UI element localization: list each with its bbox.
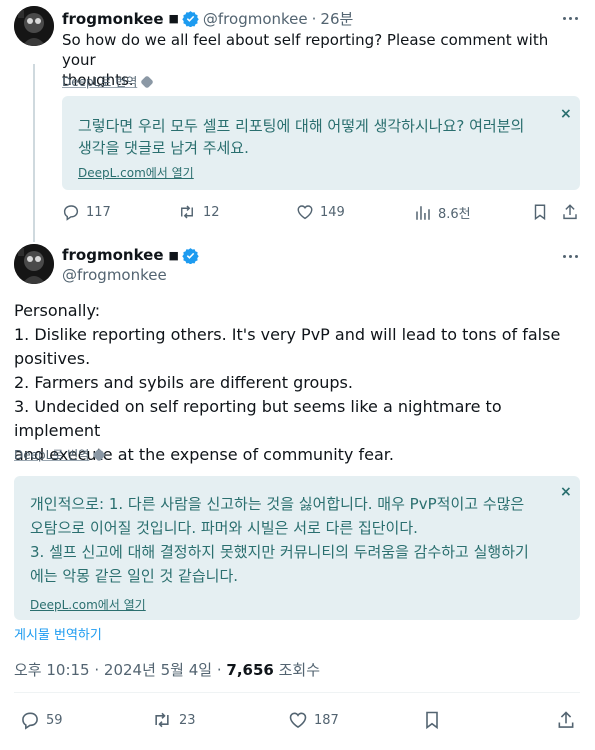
parent-author-row: frogmonkee ■ @frogmonkee · 26분: [62, 8, 353, 29]
main-author-row: frogmonkee ■: [62, 246, 199, 264]
bookmark-icon: [426, 711, 438, 730]
translation-line: 개인적으로: 1. 다른 사람을 신고하는 것을 싫어합니다. 매우 PvP적이…: [30, 495, 525, 513]
deepl-badge-icon: [92, 447, 107, 462]
views-button[interactable]: 8.6천: [414, 203, 471, 222]
translation-line: 생각을 댓글로 남겨 주세요.: [78, 139, 249, 157]
divider: [14, 692, 580, 693]
repost-count: 23: [179, 712, 196, 728]
translation-text: 그렇다면 우리 모두 셀프 리포팅에 대해 어떻게 생각하시나요? 여러분의 생…: [78, 115, 558, 159]
translation-line: 3. 셀프 신고에 대해 결정하지 못했지만 커뮤니티의 두려움을 감수하고 실…: [30, 543, 529, 561]
reply-count: 117: [86, 204, 111, 220]
share-button[interactable]: [561, 203, 579, 221]
deepl-label: DeepL로 번역: [62, 75, 138, 89]
tweet-text-line: Personally:: [14, 301, 101, 320]
separator: ·: [311, 9, 317, 28]
more-icon[interactable]: [558, 8, 582, 28]
repost-button[interactable]: 23: [151, 710, 196, 730]
thread-line: [33, 64, 35, 242]
share-button[interactable]: [556, 710, 576, 730]
translation-line: 오탐으로 이어질 것입니다. 파머와 시빌은 서로 다른 집단이다.: [30, 519, 418, 537]
close-icon[interactable]: ×: [560, 485, 572, 499]
avatar[interactable]: [14, 6, 54, 46]
bookmark-button[interactable]: [422, 710, 442, 730]
translation-box: 그렇다면 우리 모두 셀프 리포팅에 대해 어떻게 생각하시나요? 여러분의 생…: [62, 96, 580, 190]
repost-icon: [155, 712, 169, 728]
timestamp[interactable]: 오후 10:15 · 2024년 5월 4일 ·: [14, 661, 226, 679]
deepl-badge-icon: [140, 74, 155, 89]
more-icon[interactable]: [558, 246, 582, 266]
main-handle-row: @frogmonkee: [62, 266, 167, 284]
translation-line: 그렇다면 우리 모두 셀프 리포팅에 대해 어떻게 생각하시나요? 여러분의: [78, 117, 525, 135]
share-icon: [558, 711, 574, 728]
reply-count: 59: [46, 712, 63, 728]
like-count: 187: [314, 712, 339, 728]
tweet-text-line: 2. Farmers and sybils are different grou…: [14, 373, 353, 392]
view-count: 8.6천: [438, 207, 471, 222]
reply-icon: [22, 712, 38, 730]
reply-button[interactable]: 59: [20, 710, 63, 730]
square-emoji: ■: [168, 248, 179, 262]
tweet-text-line: 1. Dislike reporting others. It's very P…: [14, 325, 561, 344]
like-count: 149: [320, 204, 345, 220]
views-label: 조회수: [273, 661, 321, 679]
tweet-text: Personally: 1. Dislike reporting others.…: [14, 299, 584, 467]
tweet-text-line: positives.: [14, 349, 91, 368]
display-name[interactable]: frogmonkee: [62, 10, 164, 28]
repost-icon: [181, 205, 193, 219]
bookmark-icon: [534, 204, 546, 221]
translation-box: 개인적으로: 1. 다른 사람을 신고하는 것을 싫어합니다. 매우 PvP적이…: [14, 476, 580, 620]
share-icon: [563, 204, 577, 220]
verified-badge-icon: [182, 247, 199, 264]
like-button[interactable]: 149: [296, 203, 345, 221]
repost-count: 12: [203, 204, 220, 220]
deepl-open-link[interactable]: DeepL.com에서 열기: [78, 164, 194, 181]
deepl-translate-link[interactable]: DeepL로 번역: [14, 446, 107, 463]
like-button[interactable]: 187: [288, 710, 339, 730]
bookmark-button[interactable]: [531, 203, 549, 221]
timestamp[interactable]: 26분: [320, 8, 353, 29]
translation-line: 에는 악몽 같은 일인 것 같습니다.: [30, 567, 239, 585]
deepl-translate-link[interactable]: DeepL로 번역: [62, 73, 155, 90]
view-count: 7,656: [226, 661, 274, 679]
translation-text: 개인적으로: 1. 다른 사람을 신고하는 것을 싫어합니다. 매우 PvP적이…: [30, 492, 560, 588]
tweet-text-line: 3. Undecided on self reporting but seems…: [14, 397, 502, 440]
verified-badge-icon: [182, 10, 199, 27]
analytics-icon: [416, 205, 430, 220]
square-emoji: ■: [168, 12, 179, 25]
close-icon[interactable]: ×: [560, 107, 572, 121]
repost-button[interactable]: 12: [177, 203, 220, 221]
avatar[interactable]: [14, 244, 54, 284]
reply-icon: [63, 205, 79, 221]
reply-button[interactable]: 117: [62, 203, 111, 221]
heart-icon: [289, 712, 307, 729]
handle[interactable]: @frogmonkee: [62, 266, 167, 284]
heart-icon: [297, 205, 313, 220]
translate-post-link[interactable]: 게시물 번역하기: [14, 624, 102, 643]
deepl-open-link[interactable]: DeepL.com에서 열기: [30, 596, 146, 613]
display-name[interactable]: frogmonkee: [62, 246, 164, 264]
tweet-text-line: So how do we all feel about self reporti…: [62, 31, 549, 69]
handle[interactable]: @frogmonkee: [203, 10, 308, 28]
deepl-label: DeepL로 번역: [14, 448, 90, 462]
tweet-meta: 오후 10:15 · 2024년 5월 4일 · 7,656 조회수: [14, 659, 320, 680]
